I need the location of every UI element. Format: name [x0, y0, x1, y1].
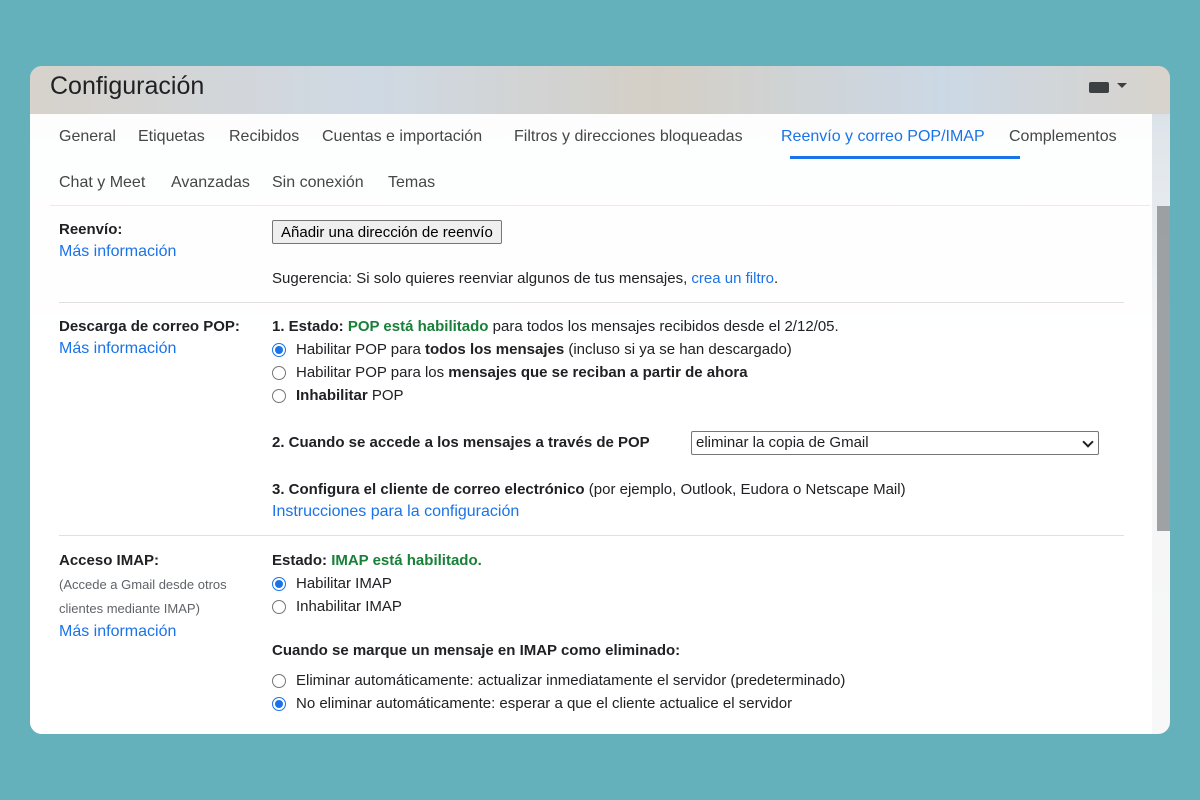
tab-filters[interactable]: Filtros y direcciones bloqueadas: [514, 128, 743, 146]
auto-expunge-on-label: Eliminar automáticamente: actualizar inm…: [296, 672, 846, 689]
imap-status: Estado: IMAP está habilitado.: [272, 552, 482, 569]
pop-config: 3. Configura el cliente de correo electr…: [272, 481, 906, 498]
imap-description: (Accede a Gmail desde otros: [59, 577, 227, 592]
pop-disable-radio[interactable]: [272, 389, 286, 403]
pop-label: Descarga de correo POP:: [59, 318, 240, 335]
tab-themes[interactable]: Temas: [388, 174, 435, 192]
tab-inbox[interactable]: Recibidos: [229, 128, 299, 146]
auto-expunge-off-radio[interactable]: [272, 697, 286, 711]
auto-expunge-on-radio[interactable]: [272, 674, 286, 688]
pop-more-info-link[interactable]: Más información: [59, 340, 176, 358]
tabs-divider: [50, 205, 1150, 206]
pop-all-messages-radio[interactable]: [272, 343, 286, 357]
caret-down-icon[interactable]: [1117, 83, 1127, 88]
config-instructions-link[interactable]: Instrucciones para la configuración: [272, 503, 519, 521]
page-title: Configuración: [50, 72, 205, 100]
enable-imap-label: Habilitar IMAP: [296, 575, 392, 592]
tab-labels[interactable]: Etiquetas: [138, 128, 205, 146]
imap-delete-heading: Cuando se marque un mensaje en IMAP como…: [272, 642, 681, 659]
active-tab-indicator: [790, 156, 1020, 159]
pop-new-messages-radio[interactable]: [272, 366, 286, 380]
tab-offline[interactable]: Sin conexión: [272, 174, 364, 192]
tab-accounts[interactable]: Cuentas e importación: [322, 128, 482, 146]
imap-description: clientes mediante IMAP): [59, 601, 200, 616]
pop-status-value: POP está habilitado: [347, 318, 489, 335]
add-forwarding-address-button[interactable]: Añadir una dirección de reenvío: [272, 220, 502, 244]
pop-access-label: 2. Cuando se accede a los mensajes a tra…: [272, 434, 650, 451]
pop-option-label: Habilitar POP para los mensajes que se r…: [296, 364, 748, 381]
tab-addons[interactable]: Complementos: [1009, 128, 1117, 146]
disable-imap-label: Inhabilitar IMAP: [296, 598, 402, 615]
pop-status-prefix: 1. Estado:: [272, 318, 348, 335]
create-filter-link[interactable]: crea un filtro: [691, 270, 774, 287]
tab-general[interactable]: General: [59, 128, 116, 146]
tip-suffix: .: [773, 270, 779, 287]
pop-option-label: Habilitar POP para todos los mensajes (i…: [296, 341, 792, 358]
pop-access-value: eliminar la copia de Gmail: [696, 434, 869, 451]
pop-option-label: Inhabilitar POP: [296, 387, 404, 404]
section-divider: [59, 302, 1124, 303]
pop-access-select[interactable]: eliminar la copia de Gmail: [691, 431, 1099, 455]
forwarding-more-info-link[interactable]: Más información: [59, 243, 176, 261]
section-divider: [59, 535, 1124, 536]
tip-text: Sugerencia: Si solo quieres reenviar alg…: [272, 270, 692, 287]
tab-advanced[interactable]: Avanzadas: [171, 174, 250, 192]
forwarding-tip: Sugerencia: Si solo quieres reenviar alg…: [272, 270, 778, 287]
pop-status: 1. Estado: POP está habilitado para todo…: [272, 318, 839, 335]
pop-status-suffix: para todos los mensajes recibidos desde …: [488, 318, 839, 335]
chevron-down-icon: [1082, 436, 1094, 448]
settings-window: Configuración General Etiquetas Recibido…: [30, 66, 1170, 734]
tab-chat-meet[interactable]: Chat y Meet: [59, 174, 145, 192]
auto-expunge-off-label: No eliminar automáticamente: esperar a q…: [296, 695, 793, 712]
scrollbar[interactable]: [1157, 206, 1170, 531]
imap-label: Acceso IMAP:: [59, 552, 160, 569]
settings-panel: General Etiquetas Recibidos Cuentas e im…: [30, 114, 1152, 734]
keyboard-icon[interactable]: [1089, 82, 1109, 93]
forwarding-label: Reenvío:: [59, 221, 123, 238]
disable-imap-radio[interactable]: [272, 600, 286, 614]
enable-imap-radio[interactable]: [272, 577, 286, 591]
tab-forwarding-pop-imap[interactable]: Reenvío y correo POP/IMAP: [781, 128, 985, 146]
imap-more-info-link[interactable]: Más información: [59, 623, 176, 641]
